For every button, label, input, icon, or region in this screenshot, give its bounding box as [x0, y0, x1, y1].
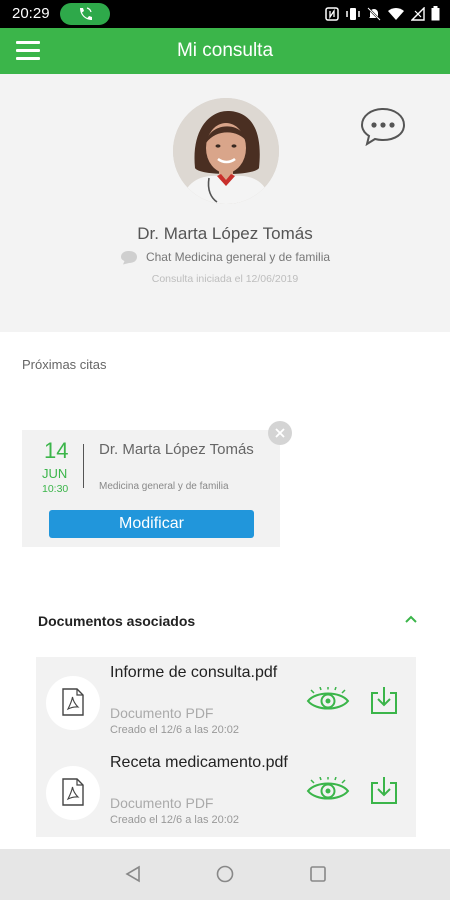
doctor-avatar	[173, 98, 279, 204]
appointments-section-title: Próximas citas	[22, 357, 107, 372]
specialty-row: Chat Medicina general y de familia	[0, 250, 450, 265]
doctor-profile-header: Dr. Marta López Tomás Chat Medicina gene…	[0, 74, 450, 332]
download-icon[interactable]	[370, 685, 398, 720]
view-eye-icon[interactable]	[306, 686, 350, 720]
nfc-icon	[325, 6, 339, 26]
chat-small-icon	[120, 251, 137, 265]
document-row[interactable]: Receta medicamento.pdf Documento PDF Cre…	[36, 747, 416, 837]
status-bar: 20:29	[0, 0, 450, 28]
modify-appointment-button[interactable]: Modificar	[49, 510, 254, 538]
phone-icon	[80, 7, 92, 20]
vibrate-icon	[345, 7, 361, 26]
document-created-date: Creado el 12/6 a las 20:02	[110, 814, 240, 826]
status-icons	[325, 5, 440, 26]
document-type: Documento PDF	[110, 705, 214, 721]
download-icon[interactable]	[370, 775, 398, 810]
appointment-divider	[83, 444, 84, 488]
document-row[interactable]: Informe de consulta.pdf Documento PDF Cr…	[36, 657, 416, 747]
close-icon[interactable]	[268, 421, 292, 445]
document-type: Documento PDF	[110, 795, 214, 811]
document-name: Informe de consulta.pdf	[110, 664, 278, 681]
nav-back-icon[interactable]	[124, 865, 142, 888]
wifi-icon	[387, 7, 405, 26]
appointment-doctor: Dr. Marta López Tomás	[99, 441, 254, 458]
pdf-file-icon	[46, 766, 100, 820]
document-created-date: Creado el 12/6 a las 20:02	[110, 724, 240, 736]
mute-icon	[367, 6, 381, 26]
appointment-time: 10:30	[42, 483, 69, 495]
nav-home-icon[interactable]	[216, 865, 234, 888]
chevron-up-icon[interactable]	[403, 612, 419, 630]
active-call-indicator[interactable]	[60, 3, 110, 25]
view-eye-icon[interactable]	[306, 776, 350, 810]
page-title: Mi consulta	[176, 40, 274, 61]
battery-icon	[431, 6, 440, 26]
nav-recents-icon[interactable]	[310, 866, 326, 887]
document-name: Receta medicamento.pdf	[110, 754, 288, 771]
pdf-file-icon	[46, 676, 100, 730]
appointment-specialty: Medicina general y de familia	[99, 481, 229, 492]
signal-icon	[410, 5, 425, 26]
appointment-day: 14	[44, 438, 69, 463]
appointment-card[interactable]: 14 JUN 10:30 Dr. Marta López Tomás Medic…	[22, 430, 280, 547]
system-nav-bar	[0, 849, 450, 900]
documents-list: Informe de consulta.pdf Documento PDF Cr…	[36, 657, 416, 837]
appointment-month: JUN	[42, 466, 68, 481]
doctor-name: Dr. Marta López Tomás	[137, 224, 313, 243]
consult-started-date: Consulta iniciada el 12/06/2019	[151, 273, 299, 285]
specialty-label: Chat Medicina general y de familia	[145, 250, 331, 264]
chat-bubble-icon[interactable]	[360, 106, 406, 151]
status-time: 20:29	[12, 5, 50, 22]
app-bar: Mi consulta	[0, 28, 450, 74]
documents-section-title: Documentos asociados	[38, 613, 196, 629]
